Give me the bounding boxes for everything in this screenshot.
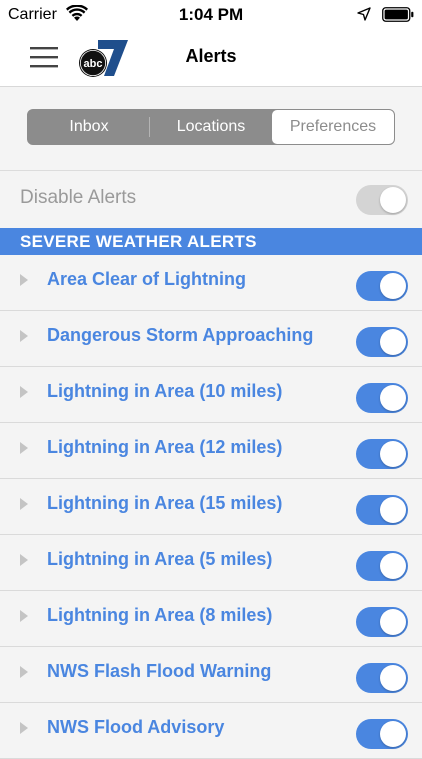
alert-label: Lightning in Area (15 miles) bbox=[47, 493, 283, 513]
toggle-knob bbox=[380, 553, 406, 579]
segment-area: Inbox Locations Preferences bbox=[0, 87, 422, 170]
alert-toggle[interactable] bbox=[356, 719, 408, 749]
disclosure-triangle-icon[interactable] bbox=[19, 273, 29, 287]
tab-inbox[interactable]: Inbox bbox=[28, 110, 150, 144]
alert-toggle[interactable] bbox=[356, 551, 408, 581]
alert-toggle[interactable] bbox=[356, 663, 408, 693]
alert-toggle[interactable] bbox=[356, 495, 408, 525]
alert-toggle[interactable] bbox=[356, 607, 408, 637]
disclosure-triangle-icon[interactable] bbox=[19, 609, 29, 623]
tab-preferences[interactable]: Preferences bbox=[272, 110, 394, 144]
disclosure-triangle-icon[interactable] bbox=[19, 665, 29, 679]
alert-row-area-clear-of-lightning: Area Clear of Lightning bbox=[0, 255, 422, 311]
toggle-knob bbox=[380, 609, 406, 635]
toggle-knob bbox=[380, 187, 406, 213]
alert-row-lightning-5-miles: Lightning in Area (5 miles) bbox=[0, 535, 422, 591]
disclosure-triangle-icon[interactable] bbox=[19, 497, 29, 511]
alert-label: NWS Flash Flood Warning bbox=[47, 661, 272, 681]
alert-row-lightning-10-miles: Lightning in Area (10 miles) bbox=[0, 367, 422, 423]
toggle-knob bbox=[380, 329, 406, 355]
alert-label: Lightning in Area (8 miles) bbox=[47, 605, 273, 625]
toggle-knob bbox=[380, 497, 406, 523]
alert-toggle[interactable] bbox=[356, 439, 408, 469]
alert-row-lightning-15-miles: Lightning in Area (15 miles) bbox=[0, 479, 422, 535]
alert-row-nws-flood-advisory: NWS Flood Advisory bbox=[0, 703, 422, 759]
disable-alerts-toggle[interactable] bbox=[356, 185, 408, 215]
alerts-segmented-control: Inbox Locations Preferences bbox=[27, 109, 395, 145]
alert-row-dangerous-storm-approaching: Dangerous Storm Approaching bbox=[0, 311, 422, 367]
disclosure-triangle-icon[interactable] bbox=[19, 385, 29, 399]
alert-list: Area Clear of Lightning Dangerous Storm … bbox=[0, 255, 422, 759]
alert-label: Lightning in Area (5 miles) bbox=[47, 549, 273, 569]
location-arrow-icon bbox=[357, 7, 371, 21]
disclosure-triangle-icon[interactable] bbox=[19, 553, 29, 567]
toggle-knob bbox=[380, 385, 406, 411]
alert-label: Area Clear of Lightning bbox=[47, 269, 247, 289]
disclosure-triangle-icon[interactable] bbox=[19, 329, 29, 343]
alert-row-lightning-8-miles: Lightning in Area (8 miles) bbox=[0, 591, 422, 647]
toggle-knob bbox=[380, 441, 406, 467]
battery-icon bbox=[382, 7, 414, 22]
alert-label: Lightning in Area (10 miles) bbox=[47, 381, 283, 401]
alert-label: Dangerous Storm Approaching bbox=[47, 325, 314, 345]
nav-bar: abc Alerts bbox=[0, 30, 422, 87]
alert-row-nws-flash-flood-warning: NWS Flash Flood Warning bbox=[0, 647, 422, 703]
toggle-knob bbox=[380, 665, 406, 691]
alert-toggle[interactable] bbox=[356, 327, 408, 357]
disable-alerts-label: Disable Alerts bbox=[20, 187, 137, 208]
toggle-knob bbox=[380, 721, 406, 747]
alert-row-lightning-12-miles: Lightning in Area (12 miles) bbox=[0, 423, 422, 479]
toggle-knob bbox=[380, 273, 406, 299]
tab-locations[interactable]: Locations bbox=[150, 110, 272, 144]
page-title: Alerts bbox=[185, 46, 237, 66]
alert-label: NWS Flood Advisory bbox=[47, 717, 225, 737]
alert-label: Lightning in Area (12 miles) bbox=[47, 437, 283, 457]
section-header-severe-weather: SEVERE WEATHER ALERTS bbox=[0, 228, 422, 255]
disable-alerts-row: Disable Alerts bbox=[0, 170, 422, 228]
status-bar: Carrier 1:04 PM bbox=[0, 0, 422, 30]
disclosure-triangle-icon[interactable] bbox=[19, 441, 29, 455]
disclosure-triangle-icon[interactable] bbox=[19, 721, 29, 735]
alert-toggle[interactable] bbox=[356, 271, 408, 301]
alert-toggle[interactable] bbox=[356, 383, 408, 413]
